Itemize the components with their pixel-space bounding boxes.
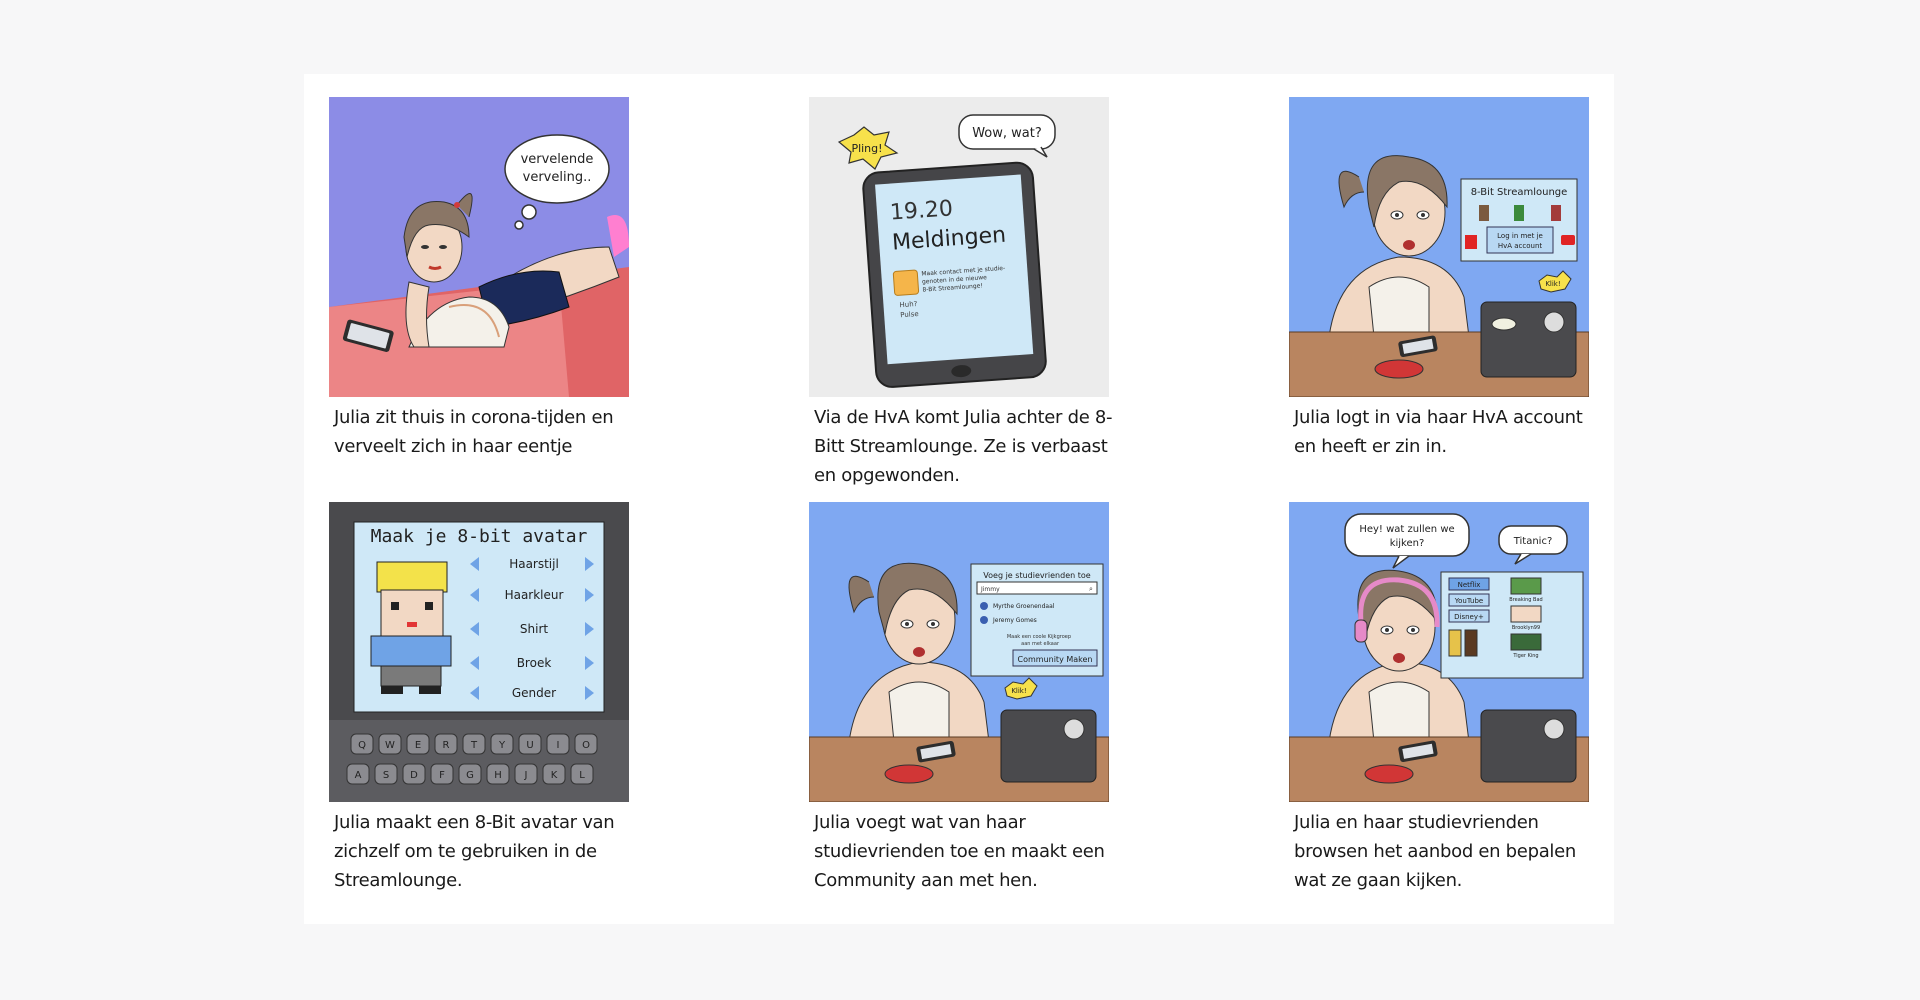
storyboard-panel-1: vervelende verveling.. Julia zit thuis i… (329, 97, 629, 461)
thought-bubble-line-1: vervelende (521, 152, 594, 167)
show-label-1: Breaking Bad (1509, 597, 1542, 603)
keyboard-key-label: T (470, 740, 478, 751)
keyboard-key-label: K (551, 770, 558, 781)
show-thumb-2[interactable] (1510, 605, 1542, 623)
julia-bored-on-bed-drawing: vervelende verveling.. (329, 97, 629, 397)
avatar-option-gender[interactable]: Gender (512, 686, 556, 700)
friend-search-value: Jimmy (980, 586, 1000, 593)
panel-5-caption: Julia voegt wat van haar studievrienden … (814, 812, 1105, 891)
speech-bubble-left-line-1: Hey! wat zullen we (1359, 524, 1454, 535)
show-label-3: Tiger King (1512, 653, 1538, 659)
show-label-2: Brooklyn99 (1512, 625, 1540, 631)
login-button-line-1: Log in met je (1497, 232, 1543, 240)
panel-3-caption: Julia logt in via haar HvA account en he… (1294, 407, 1583, 457)
friend-row-1[interactable]: Myrthe Groenendaal (993, 603, 1055, 610)
panel-4-caption: Julia maakt een 8-Bit avatar van zichzel… (334, 812, 615, 891)
storyboard-panel-3: 8-Bit Streamlounge Log in met je HvA acc… (1289, 97, 1589, 461)
login-button-line-2: HvA account (1498, 242, 1543, 250)
watch-together-drawing: Hey! wat zullen we kijken? Titanic? Netf… (1289, 502, 1589, 802)
avatar-option-broek[interactable]: Broek (517, 656, 552, 670)
keyboard-key-label: R (443, 740, 450, 751)
keyboard-key-label: F (439, 770, 445, 781)
service-disney-label: Disney+ (1454, 613, 1484, 621)
friend-row-2[interactable]: Jeremy Gomes (992, 617, 1037, 624)
keyboard-key-label: H (494, 770, 502, 781)
keyboard-key-label: Q (358, 740, 366, 751)
panel-2-caption: Via de HvA komt Julia achter de 8-Bitt S… (814, 407, 1113, 486)
panel-1-caption: Julia zit thuis in corona-tijden en verv… (334, 407, 614, 457)
storyboard-panel-2: 19.20 Meldingen Maak contact met je stud… (809, 97, 1113, 490)
avatar-option-haarstijl[interactable]: Haarstijl (509, 557, 559, 571)
avatar-option-shirt[interactable]: Shirt (520, 622, 548, 636)
thought-bubble-line-2: verveling.. (523, 170, 592, 185)
panel-5-illustration: Voeg je studievrienden toe Jimmy ⌕ Myrth… (809, 502, 1109, 802)
panel-6-caption: Julia en haar studievrienden browsen het… (1294, 812, 1577, 891)
friends-screen-title: Voeg je studievrienden toe (983, 571, 1090, 580)
keyboard-key-label: W (385, 740, 395, 751)
panel-4-illustration: Maak je 8-bit avatar Haarstijl Haarkleur… (329, 502, 629, 802)
keyboard-row-1: QWERTYUIO (350, 733, 598, 755)
show-thumb-1[interactable] (1510, 577, 1542, 595)
login-screen-title: 8-Bit Streamlounge (1471, 187, 1568, 198)
service-netflix-label: Netflix (1458, 581, 1481, 589)
keyboard-key-label: Y (498, 740, 506, 751)
keyboard-key-label: O (582, 740, 590, 751)
keyboard-key-label: D (410, 770, 418, 781)
hint-line-1: Maak een coole Kijkgroep (1007, 634, 1071, 640)
storyboard-panel-4: Maak je 8-bit avatar Haarstijl Haarkleur… (329, 502, 629, 895)
keyboard-row-2: ASDFGHJKL (346, 763, 594, 785)
reply-line-1: Huh? (899, 300, 918, 309)
service-youtube-label: YouTube (1454, 597, 1483, 605)
avatar-option-haarkleur[interactable]: Haarkleur (505, 588, 564, 602)
keyboard-key-label: U (526, 740, 533, 751)
avatar-screen-title: Maak je 8-bit avatar (371, 526, 588, 547)
panel-1-illustration: vervelende verveling.. (329, 97, 629, 397)
panel-2-illustration: 19.20 Meldingen Maak contact met je stud… (809, 97, 1109, 397)
keyboard-key-label: I (557, 740, 560, 751)
reply-line-2: Pulse (900, 310, 919, 319)
search-icon[interactable]: ⌕ (1089, 585, 1093, 593)
keyboard-key-label: J (524, 770, 528, 781)
show-thumb-3[interactable] (1510, 633, 1542, 651)
avatar-builder-drawing: Maak je 8-bit avatar Haarstijl Haarkleur… (329, 502, 629, 802)
pling-burst-text: Pling! (851, 142, 882, 155)
community-drawing: Voeg je studievrienden toe Jimmy ⌕ Myrth… (809, 502, 1109, 802)
keyboard-key-label: G (466, 770, 474, 781)
community-button-label: Community Maken (1018, 655, 1093, 664)
phone-time: 19.20 (889, 196, 954, 225)
keyboard-key-label: A (355, 770, 362, 781)
speech-bubble-left-line-2: kijken? (1390, 538, 1425, 549)
keyboard-key-label: E (415, 740, 421, 751)
speech-bubble-right: Titanic? (1513, 536, 1553, 547)
storyboard-panel-5: Voeg je studievrienden toe Jimmy ⌕ Myrth… (809, 502, 1109, 895)
storyboard-panel-6: Hey! wat zullen we kijken? Titanic? Netf… (1289, 502, 1589, 895)
storyboard-sheet: vervelende verveling.. Julia zit thuis i… (304, 74, 1614, 924)
speech-bubble-text: Wow, wat? (972, 126, 1042, 141)
keyboard-key-label: S (383, 770, 389, 781)
panel-3-illustration: 8-Bit Streamlounge Log in met je HvA acc… (1289, 97, 1589, 397)
keyboard-key-label: L (579, 770, 585, 781)
panel-6-illustration: Hey! wat zullen we kijken? Titanic? Netf… (1289, 502, 1589, 802)
click-burst-text: Klik! (1545, 280, 1560, 288)
julia-login-drawing: 8-Bit Streamlounge Log in met je HvA acc… (1289, 97, 1589, 397)
phone-notification-drawing: 19.20 Meldingen Maak contact met je stud… (809, 97, 1109, 397)
click-burst-text-2: Klik! (1011, 687, 1026, 695)
hint-line-2: aan met elkaar (1021, 641, 1060, 647)
